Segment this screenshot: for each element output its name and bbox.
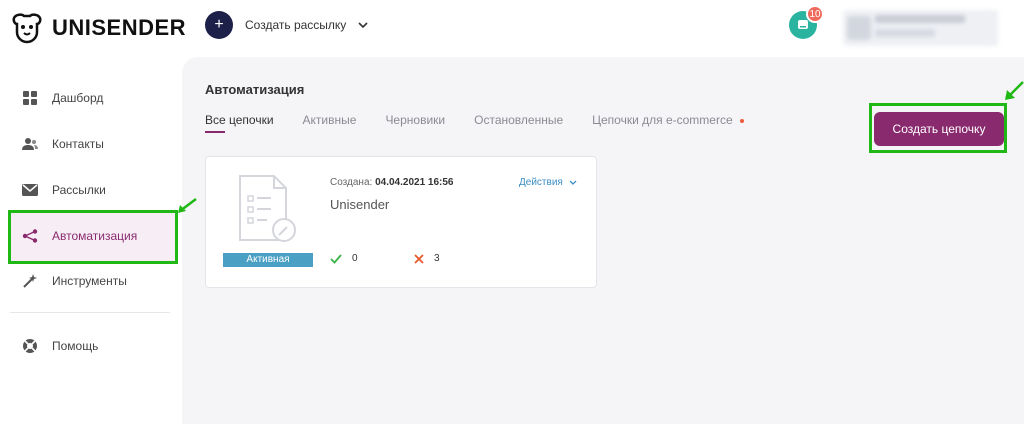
sidebar-item-dashboard[interactable]: Дашборд <box>22 90 103 106</box>
sidebar-item-mailings[interactable]: Рассылки <box>22 182 106 198</box>
user-profile[interactable] <box>843 10 998 46</box>
tab-active[interactable]: Активные <box>303 113 357 127</box>
chevron-down-icon <box>358 22 368 29</box>
created-label: Создана: <box>330 177 373 188</box>
success-count: 0 <box>352 253 358 264</box>
success-stat: 0 <box>330 253 358 264</box>
tab-bar: Все цепочки Активные Черновики Остановле… <box>205 113 773 133</box>
create-mailing-label: Создать рассылку <box>245 18 347 32</box>
annotation-arrow-icon <box>1005 81 1024 100</box>
sidebar-item-label: Рассылки <box>52 183 106 197</box>
cross-icon <box>414 253 424 264</box>
checkmark-icon <box>330 253 342 264</box>
document-edit-icon <box>239 175 296 242</box>
new-dot-icon <box>739 118 744 123</box>
sidebar-item-label: Инструменты <box>52 274 127 288</box>
tools-icon <box>22 273 38 289</box>
sidebar-item-label: Дашборд <box>52 91 104 105</box>
unisender-dog-logo-icon <box>12 13 42 44</box>
actions-label: Действия <box>519 177 563 188</box>
sidebar-item-contacts[interactable]: Контакты <box>22 136 104 152</box>
contacts-icon <box>22 136 38 152</box>
sidebar-item-tools[interactable]: Инструменты <box>22 273 127 289</box>
tab-stopped[interactable]: Остановленные <box>474 113 563 127</box>
status-badge: Активная <box>223 253 313 267</box>
annotation-highlight-create-chain <box>869 103 1007 153</box>
sidebar-divider <box>10 312 170 313</box>
create-mailing-button[interactable]: + Создать рассылку <box>205 11 368 39</box>
plus-icon: + <box>205 11 233 39</box>
chain-name[interactable]: Unisender <box>330 197 389 212</box>
created-date: Создана: 04.04.2021 16:56 <box>330 177 453 188</box>
tab-ecommerce-label: Цепочки для e-commerce <box>592 113 733 127</box>
tab-all-chains[interactable]: Все цепочки <box>205 113 274 133</box>
annotation-highlight-sidebar <box>8 210 178 264</box>
logo-text: UNISENDER <box>52 15 187 40</box>
notification-badge: 10 <box>806 5 824 23</box>
created-value: 04.04.2021 16:56 <box>375 177 454 188</box>
tab-ecommerce[interactable]: Цепочки для e-commerce <box>592 113 744 127</box>
sidebar-item-label: Помощь <box>52 339 99 353</box>
error-count: 3 <box>434 253 440 264</box>
annotation-arrow-icon <box>178 198 197 213</box>
help-lifebuoy-icon <box>22 338 38 354</box>
avatar <box>847 16 871 40</box>
actions-dropdown[interactable]: Действия <box>519 177 577 188</box>
mail-icon <box>22 182 38 198</box>
chain-card[interactable]: Активная Создана: 04.04.2021 16:56 Дейст… <box>205 156 597 288</box>
chevron-down-icon <box>569 180 577 185</box>
logo[interactable]: UNISENDER <box>10 12 186 44</box>
error-stat: 3 <box>414 253 440 264</box>
dashboard-icon <box>22 90 38 106</box>
tab-drafts[interactable]: Черновики <box>385 113 445 127</box>
page-title: Автоматизация <box>205 82 305 97</box>
sidebar-item-help[interactable]: Помощь <box>22 338 98 354</box>
sidebar-item-label: Контакты <box>52 137 104 151</box>
